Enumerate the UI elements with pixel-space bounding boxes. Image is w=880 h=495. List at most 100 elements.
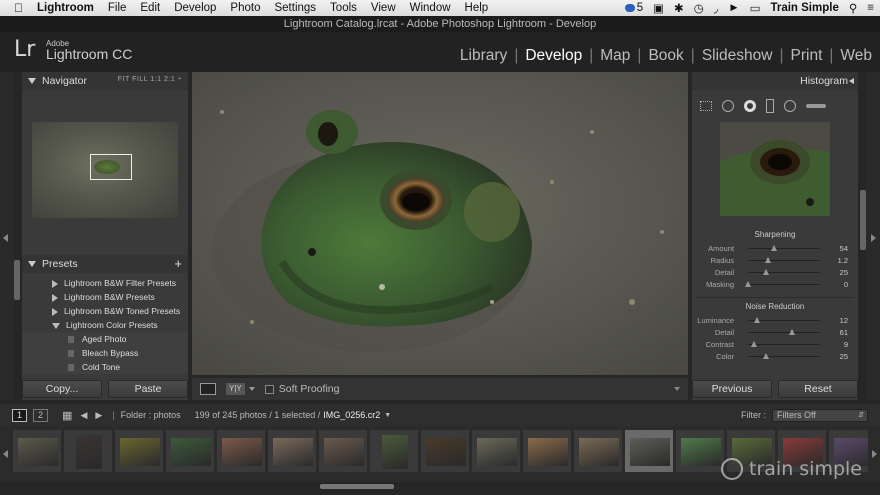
slider-value[interactable]: 1.2 [820, 256, 848, 265]
navigator-preview[interactable] [32, 122, 178, 218]
filmstrip-scrollbar[interactable] [320, 484, 394, 489]
slider-thumb[interactable] [770, 245, 777, 251]
bluetooth-icon[interactable]: ✱ [674, 1, 684, 15]
preset-folder-open[interactable]: Lightroom Color Presets [22, 318, 188, 332]
battery-icon[interactable]: ▭ [750, 1, 761, 15]
secondary-window-button[interactable]: 2 [33, 408, 49, 422]
volume-icon[interactable]: ► [728, 2, 739, 14]
slider-value[interactable]: 12 [820, 316, 848, 325]
menu-edit[interactable]: Edit [140, 2, 160, 14]
slider-value[interactable]: 54 [820, 244, 848, 253]
filmstrip-thumbnail[interactable] [114, 429, 164, 473]
radial-filter-icon[interactable] [784, 100, 796, 112]
graduated-filter-icon[interactable] [766, 99, 774, 113]
module-develop[interactable]: Develop [525, 47, 582, 65]
filmstrip-thumbnail[interactable] [573, 429, 623, 473]
filmstrip-thumbnail[interactable] [675, 429, 725, 473]
slider-thumb[interactable] [751, 341, 758, 347]
slider-track[interactable] [748, 284, 820, 285]
spot-removal-icon[interactable] [722, 100, 734, 112]
creative-cloud-icon[interactable]: 5 [624, 2, 643, 14]
filter-dropdown[interactable]: Filters Off ⇵ [772, 408, 868, 422]
presets-header[interactable]: Presets + [22, 255, 188, 273]
time-machine-icon[interactable]: ◷ [694, 1, 704, 15]
filmstrip-thumbnail[interactable] [216, 429, 266, 473]
slider-value[interactable]: 25 [820, 268, 848, 277]
menu-tools[interactable]: Tools [330, 2, 357, 14]
preset-folder[interactable]: Lightroom B&W Toned Presets [22, 304, 188, 318]
menu-file[interactable]: File [108, 2, 127, 14]
add-preset-icon[interactable]: + [174, 255, 182, 273]
user-name[interactable]: Train Simple [770, 2, 838, 14]
before-after-button[interactable]: Y|Y [226, 383, 245, 395]
right-edge-strip[interactable] [866, 72, 880, 400]
filmstrip-thumbnail[interactable] [267, 429, 317, 473]
filmstrip-thumbnail[interactable] [63, 429, 113, 473]
paste-button[interactable]: Paste [108, 380, 188, 398]
slider-thumb[interactable] [753, 317, 760, 323]
menu-view[interactable]: View [371, 2, 396, 14]
menu-photo[interactable]: Photo [230, 2, 260, 14]
filmstrip-thumbnail[interactable] [318, 429, 368, 473]
left-edge-strip[interactable] [0, 72, 14, 400]
mirror-icon[interactable]: ▣ [653, 1, 664, 15]
module-map[interactable]: Map [600, 47, 630, 65]
slider-track[interactable] [748, 356, 820, 357]
slider-value[interactable]: 0 [820, 280, 848, 289]
main-photo-view[interactable] [192, 72, 688, 375]
module-print[interactable]: Print [791, 47, 823, 65]
main-window-button[interactable]: 1 [12, 408, 28, 422]
filmstrip-thumbnail[interactable] [471, 429, 521, 473]
preset-folder[interactable]: Lightroom B&W Presets [22, 290, 188, 304]
slider-track[interactable] [748, 332, 820, 333]
selected-filename[interactable]: IMG_0256.cr2 [323, 410, 380, 420]
detail-preview[interactable] [720, 122, 830, 216]
toolbar-menu-icon[interactable] [674, 387, 680, 391]
slider-thumb[interactable] [745, 281, 751, 287]
slider-thumb[interactable] [765, 257, 772, 263]
navigator-zoom-options[interactable]: FIT FILL 1:1 2:1 ÷ [118, 76, 182, 83]
search-icon[interactable]: ⚲ [849, 1, 857, 15]
slider-value[interactable]: 61 [820, 328, 848, 337]
menu-develop[interactable]: Develop [174, 2, 216, 14]
module-library[interactable]: Library [460, 47, 507, 65]
copy-button[interactable]: Copy... [22, 380, 102, 398]
filmstrip-left-arrow[interactable] [0, 426, 12, 482]
slider-track[interactable] [748, 248, 820, 249]
notifications-icon[interactable]: ≡ [867, 2, 874, 14]
previous-button[interactable]: Previous [692, 380, 772, 398]
filmstrip-thumbnail[interactable] [369, 429, 419, 473]
module-slideshow[interactable]: Slideshow [702, 47, 773, 65]
preset-item[interactable]: Cold Tone [22, 360, 188, 374]
slider-value[interactable]: 25 [820, 352, 848, 361]
filmstrip-thumbnail[interactable] [522, 429, 572, 473]
slider-track[interactable] [748, 272, 820, 273]
filename-dropdown-icon[interactable]: ▼ [384, 412, 391, 419]
dropdown-arrow-icon[interactable] [248, 387, 255, 391]
reset-button[interactable]: Reset [778, 380, 858, 398]
menu-settings[interactable]: Settings [274, 2, 316, 14]
slider-thumb[interactable] [763, 353, 769, 359]
menu-help[interactable]: Help [465, 2, 489, 14]
filmstrip-thumbnail[interactable] [624, 429, 674, 473]
slider-track[interactable] [748, 344, 820, 345]
folder-source[interactable]: Folder : photos [121, 410, 181, 420]
filmstrip-thumbnail[interactable] [165, 429, 215, 473]
filmstrip-thumbnail[interactable] [420, 429, 470, 473]
soft-proofing-checkbox[interactable] [264, 384, 274, 394]
menu-window[interactable]: Window [410, 2, 451, 14]
slider-thumb[interactable] [763, 269, 769, 275]
back-arrow-icon[interactable]: ◀ [80, 410, 87, 421]
grid-view-icon[interactable]: ▦ [62, 409, 72, 422]
forward-arrow-icon[interactable]: ▶ [95, 410, 102, 421]
wifi-icon[interactable]: ◞ [714, 1, 718, 15]
right-scrollbar[interactable] [860, 190, 866, 250]
module-book[interactable]: Book [648, 47, 683, 65]
red-eye-icon[interactable] [744, 100, 756, 112]
loupe-view-icon[interactable] [200, 383, 216, 395]
slider-track[interactable] [748, 260, 820, 261]
slider-value[interactable]: 9 [820, 340, 848, 349]
module-web[interactable]: Web [840, 47, 872, 65]
preset-folder[interactable]: Lightroom B&W Filter Presets [22, 276, 188, 290]
filmstrip-right-arrow[interactable] [868, 426, 880, 482]
